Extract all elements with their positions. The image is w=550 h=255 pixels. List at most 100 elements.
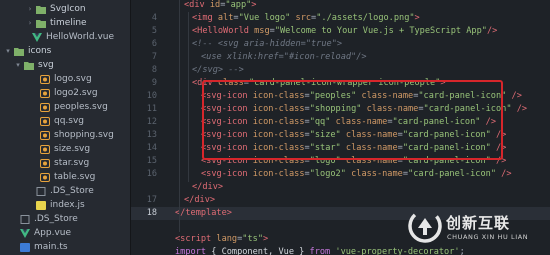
code-text: <svg-icon icon-class="size" class-name="…: [201, 129, 506, 142]
code-token: </: [175, 208, 186, 218]
code-token: <svg-icon: [201, 104, 253, 114]
code-line[interactable]: 8 </svg> -->: [131, 64, 550, 77]
code-text: </div>: [192, 181, 223, 194]
code-line[interactable]: <div id="app">: [131, 0, 550, 12]
explorer-item-label: SvgIcon: [50, 4, 86, 14]
code-token: />: [511, 91, 522, 101]
explorer-folder[interactable]: ▾ icons: [0, 44, 130, 58]
explorer-item-label: table.svg: [54, 172, 96, 182]
explorer-item-label: HelloWorld.vue: [46, 32, 115, 42]
explorer-file[interactable]: App.vue: [0, 226, 130, 240]
code-token: "shopping": [309, 104, 367, 114]
explorer-file[interactable]: shopping.svg: [0, 128, 130, 142]
code-line[interactable]: 5 <HelloWorld msg="Welcome to Your Vue.js…: [131, 25, 550, 38]
code-token: />: [495, 130, 507, 140]
explorer-file[interactable]: logo2.svg: [0, 86, 130, 100]
code-line[interactable]: </div>: [131, 181, 550, 194]
code-token: >: [414, 13, 420, 23]
code-token: icon-class: [252, 117, 305, 127]
explorer-file[interactable]: table.svg: [0, 170, 130, 184]
explorer-file[interactable]: index.js: [0, 198, 130, 212]
line-number: 16: [146, 169, 157, 179]
explorer-file[interactable]: peoples.svg: [0, 100, 130, 114]
code-token: lang: [216, 234, 238, 244]
explorer-file[interactable]: logo.svg: [0, 72, 130, 86]
code-line[interactable]: 4 <img alt="Vue logo" src="./assets/logo.…: [131, 12, 550, 25]
code-token: "./assets/logo.png": [316, 13, 415, 23]
code-token: <!-- <svg aria-hidden="true">: [192, 39, 343, 49]
explorer-item-label: index.js: [50, 200, 85, 210]
code-line[interactable]: 15 <svg-icon icon-class="logo" class-name…: [131, 155, 550, 168]
line-number: 13: [146, 130, 157, 140]
code-line[interactable]: 11 <svg-icon icon-class="shopping" class-…: [131, 103, 550, 116]
explorer-file[interactable]: qq.svg: [0, 114, 130, 128]
folder-icon: [36, 5, 46, 14]
explorer-item-label: .DS_Store: [50, 186, 94, 196]
code-token: "peoples": [309, 91, 362, 101]
code-line[interactable]: 16 <svg-icon icon-class="logo2" class-nam…: [131, 168, 550, 181]
code-line[interactable]: 6 <!-- <svg aria-hidden="true">: [131, 38, 550, 51]
code-token: alt: [217, 13, 234, 23]
code-line[interactable]: 12 <svg-icon icon-class="qq" class-name="…: [131, 116, 550, 129]
explorer-folder[interactable]: › timeline: [0, 16, 130, 30]
code-token: "Welcome to Your Vue.js + TypeScript App…: [274, 26, 487, 36]
explorer-file[interactable]: HelloWorld.vue: [0, 30, 130, 44]
code-token: "size": [309, 130, 346, 140]
line-number: 6: [151, 39, 157, 49]
explorer-file[interactable]: star.svg: [0, 156, 130, 170]
explorer-item-label: star.svg: [54, 158, 90, 168]
code-token: { Component, Vue }: [211, 247, 310, 255]
code-text: <svg-icon icon-class="star" class-name="…: [201, 142, 506, 155]
code-token: >: [440, 78, 446, 88]
chevron-right-icon: ›: [28, 5, 32, 13]
watermark-en-text: CHUANG XIN HU LIAN: [447, 233, 529, 241]
code-token: icon-class: [252, 104, 305, 114]
code-text: <svg-icon icon-class="shopping" class-na…: [201, 103, 527, 116]
chevron-right-icon: ›: [28, 19, 32, 27]
explorer-item-label: main.ts: [34, 242, 68, 252]
vue-file-icon: [32, 32, 42, 42]
watermark: 创新互联 CHUANG XIN HU LIAN: [408, 206, 548, 250]
explorer-item-label: qq.svg: [54, 116, 85, 126]
code-token: />: [516, 104, 528, 114]
code-token: from: [309, 247, 336, 255]
code-token: "ts": [242, 234, 263, 244]
code-token: <svg-icon: [201, 91, 253, 101]
explorer-file[interactable]: .DS_Store: [0, 184, 130, 198]
line-number: 11: [146, 104, 157, 114]
code-token: <svg-icon: [201, 117, 253, 127]
code-text: <svg-icon icon-class="logo2" class-name=…: [201, 168, 512, 181]
code-token: class-name: [345, 143, 398, 153]
code-line[interactable]: 14 <svg-icon icon-class="star" class-name…: [131, 142, 550, 155]
code-line[interactable]: 10 <svg-icon icon-class="peoples" class-n…: [131, 90, 550, 103]
code-token: template: [185, 208, 227, 218]
code-token: <div: [184, 0, 210, 10]
line-number: 8: [151, 65, 157, 75]
svg-file-icon: [40, 130, 50, 140]
explorer-file[interactable]: .DS_Store: [0, 212, 130, 226]
explorer-file[interactable]: main.ts: [0, 240, 130, 254]
code-line[interactable]: 13 <svg-icon icon-class="size" class-name…: [131, 129, 550, 142]
explorer-folder[interactable]: › SvgIcon: [0, 2, 130, 16]
explorer-item-label: timeline: [50, 18, 87, 28]
code-text: <div class="card-panel-icon-wrapper icon…: [192, 77, 446, 90]
vue-file-icon: [20, 228, 30, 238]
code-text: <img alt="Vue logo" src="./assets/logo.p…: [192, 12, 420, 25]
explorer-folder[interactable]: ▾ svg: [0, 58, 130, 72]
chevron-down-icon: ▾: [6, 47, 10, 55]
code-line[interactable]: 9 <div class="card-panel-icon-wrapper ico…: [131, 77, 550, 90]
svg-file-icon: [40, 172, 50, 182]
code-line[interactable]: 7 <use xlink:href="#icon-reload"/>: [131, 51, 550, 64]
code-token: />: [495, 143, 507, 153]
code-token: "star": [309, 143, 346, 153]
explorer-file[interactable]: size.svg: [0, 142, 130, 156]
code-token: icon-class: [252, 156, 305, 166]
code-token: />: [485, 117, 496, 127]
folder-icon: [24, 61, 34, 70]
code-token: />: [486, 26, 498, 36]
code-token: "app": [225, 0, 252, 10]
code-text: <!-- <svg aria-hidden="true">: [192, 38, 342, 51]
code-token: <HelloWorld: [192, 26, 255, 36]
svg-file-icon: [40, 158, 50, 168]
svg-file-icon: [40, 88, 50, 98]
